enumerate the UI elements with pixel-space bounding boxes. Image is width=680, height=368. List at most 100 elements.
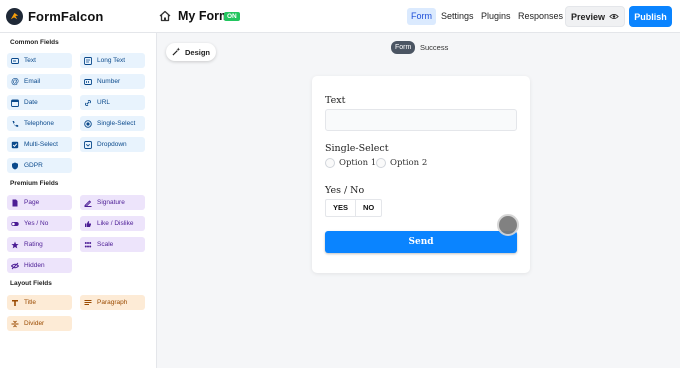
paragraph-icon	[84, 299, 92, 307]
field-label: Multi-Select	[24, 141, 58, 148]
nav-plugins[interactable]: Plugins	[481, 8, 511, 25]
field-divider[interactable]: Divider	[7, 316, 72, 331]
field-text[interactable]: Text	[7, 53, 72, 68]
field-label: Number	[97, 78, 121, 85]
single-select-label: Single-Select	[325, 143, 389, 154]
radio-circle	[376, 158, 386, 168]
top-bar: FormFalcon My Form ON Form Settings Plug…	[0, 0, 680, 33]
field-date[interactable]: Date	[7, 95, 72, 110]
falcon-logo-icon	[6, 8, 23, 25]
field-hidden[interactable]: Hidden	[7, 258, 72, 273]
field-signature[interactable]: Signature	[80, 195, 145, 210]
field-yes-no[interactable]: Yes / No	[7, 216, 72, 231]
yes-no-label: Yes / No	[325, 185, 365, 196]
field-long-text[interactable]: Long Text	[80, 53, 145, 68]
premium-fields-title: Premium Fields	[10, 180, 59, 187]
field-scale[interactable]: Scale	[80, 237, 145, 252]
field-label: URL	[97, 99, 111, 106]
field-label: Dropdown	[97, 141, 127, 148]
design-button[interactable]: Design	[166, 43, 216, 61]
no-button[interactable]: NO	[355, 200, 381, 216]
dropdown-icon	[84, 140, 92, 149]
field-label: Single-Select	[97, 120, 136, 127]
at-icon: @	[11, 77, 19, 86]
phone-icon	[11, 120, 19, 128]
nav-settings[interactable]: Settings	[441, 8, 474, 25]
field-label: Divider	[24, 320, 45, 327]
field-label: Scale	[97, 241, 114, 248]
send-button[interactable]: Send	[325, 231, 517, 253]
pointer-cursor-indicator	[497, 214, 519, 236]
field-palette: Common Fields Text Long Text @ Email Num…	[0, 33, 157, 368]
field-single-select[interactable]: Single-Select	[80, 116, 145, 131]
app-name: FormFalcon	[28, 9, 104, 24]
field-label: Text	[24, 57, 36, 64]
field-label: Paragraph	[97, 299, 128, 306]
field-like-dislike[interactable]: Like / Dislike	[80, 216, 145, 231]
text-field-icon	[11, 57, 19, 65]
field-label: Date	[24, 99, 38, 106]
page-icon	[11, 199, 19, 207]
radio-circle	[325, 158, 335, 168]
layout-fields-title: Layout Fields	[10, 280, 52, 287]
option-2-radio[interactable]: Option 2	[376, 158, 427, 168]
form-title[interactable]: My Form	[178, 9, 230, 23]
field-title[interactable]: Title	[7, 295, 72, 310]
radio-icon	[84, 119, 92, 128]
star-icon	[11, 241, 19, 249]
field-url[interactable]: URL	[80, 95, 145, 110]
field-label: Title	[24, 299, 37, 306]
preview-button[interactable]: Preview	[565, 6, 625, 27]
field-telephone[interactable]: Telephone	[7, 116, 72, 131]
nav-form[interactable]: Form	[407, 8, 436, 25]
preview-label: Preview	[570, 11, 606, 22]
home-icon[interactable]	[158, 9, 172, 23]
nav-responses[interactable]: Responses	[518, 8, 563, 25]
field-rating[interactable]: Rating	[7, 237, 72, 252]
field-page[interactable]: Page	[7, 195, 72, 210]
yes-button[interactable]: YES	[326, 200, 355, 216]
yes-no-toggle: YES NO	[325, 199, 383, 217]
text-field-label: Text	[325, 95, 346, 106]
field-label: Long Text	[97, 57, 126, 64]
field-label: Rating	[24, 241, 43, 248]
field-label: Yes / No	[24, 220, 49, 227]
field-email[interactable]: @ Email	[7, 74, 72, 89]
magic-wand-icon	[172, 46, 181, 58]
status-badge: ON	[224, 12, 240, 21]
common-fields-title: Common Fields	[10, 39, 59, 46]
field-gdpr[interactable]: GDPR	[7, 158, 72, 173]
field-multi-select[interactable]: Multi-Select	[7, 137, 72, 152]
field-label: Page	[24, 199, 40, 206]
calendar-icon	[11, 99, 19, 107]
text-input[interactable]	[325, 109, 517, 131]
field-label: Hidden	[24, 262, 45, 269]
eye-icon	[609, 12, 619, 22]
app-logo[interactable]: FormFalcon	[6, 8, 103, 25]
publish-button[interactable]: Publish	[629, 6, 672, 27]
field-label: Like / Dislike	[97, 220, 134, 227]
toggle-icon	[11, 220, 19, 228]
number-icon	[84, 78, 92, 86]
field-label: GDPR	[24, 162, 43, 169]
option-label: Option 2	[390, 158, 428, 168]
option-1-radio[interactable]: Option 1	[325, 158, 376, 168]
design-label: Design	[184, 47, 210, 57]
field-dropdown[interactable]: Dropdown	[80, 137, 145, 152]
field-label: Telephone	[24, 120, 54, 127]
signature-icon	[84, 199, 92, 207]
field-label: Signature	[97, 199, 125, 206]
thumbs-icon	[84, 220, 92, 228]
long-text-icon	[84, 56, 92, 65]
eye-off-icon	[11, 262, 19, 270]
form-preview-card: Text Single-Select Option 1 Option 2 Yes…	[312, 76, 530, 273]
field-number[interactable]: Number	[80, 74, 145, 89]
divider-icon	[11, 320, 19, 328]
field-paragraph[interactable]: Paragraph	[80, 295, 145, 310]
shield-icon	[11, 162, 19, 170]
tab-form[interactable]: Form	[391, 41, 416, 54]
link-icon	[84, 99, 92, 107]
tab-success[interactable]: Success	[420, 41, 448, 54]
field-label: Email	[24, 78, 41, 85]
checkbox-icon	[11, 141, 19, 149]
